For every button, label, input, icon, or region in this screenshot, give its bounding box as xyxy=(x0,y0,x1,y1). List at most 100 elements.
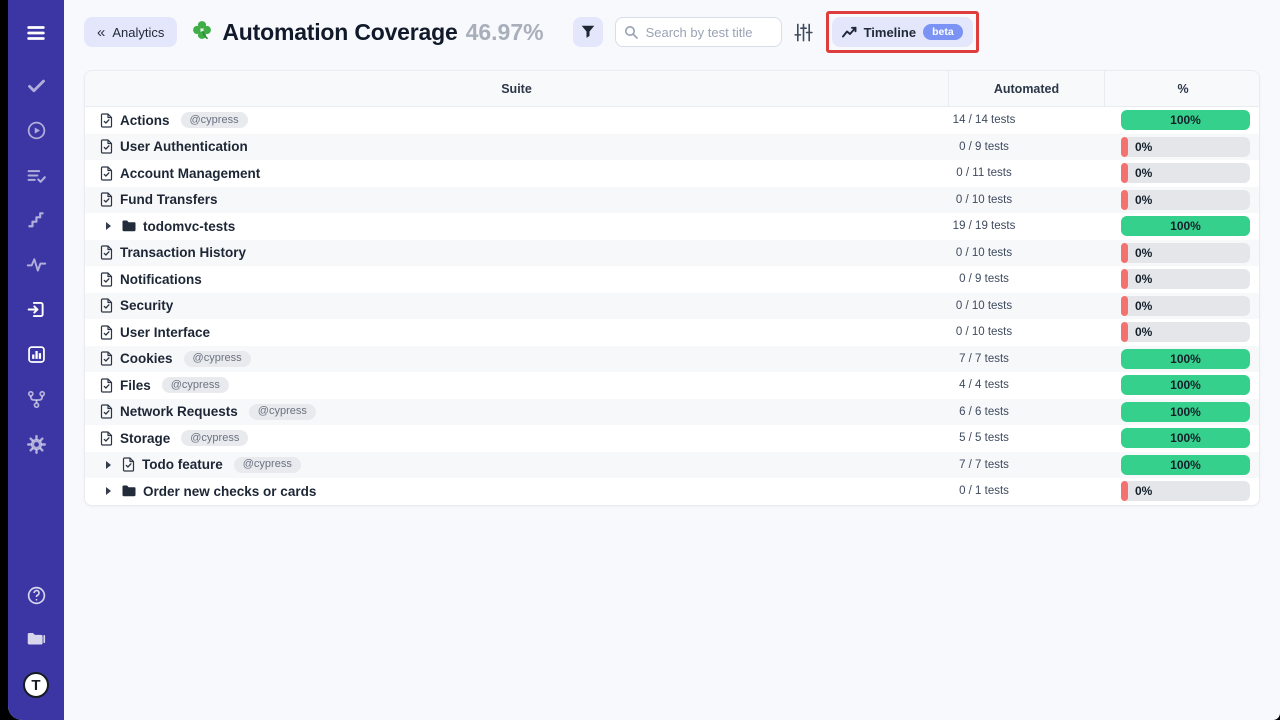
file-check-icon xyxy=(100,431,113,446)
table-row[interactable]: Todo feature@cypress7 / 7 tests100% xyxy=(85,452,1259,479)
sign-in-icon[interactable] xyxy=(26,299,47,320)
table-row[interactable]: Network Requests@cypress6 / 6 tests 100% xyxy=(85,399,1259,426)
avatar-letter: T xyxy=(31,677,40,694)
suite-name: Account Management xyxy=(120,166,260,181)
table-row[interactable]: Transaction History0 / 10 tests0% xyxy=(85,240,1259,267)
file-check-icon xyxy=(100,272,113,287)
steps-icon[interactable] xyxy=(26,210,46,230)
avatar[interactable]: T xyxy=(23,672,49,698)
cypress-tag: @cypress xyxy=(234,457,301,473)
coverage-bar-label: 100% xyxy=(1170,458,1201,472)
expander-icon[interactable] xyxy=(106,222,111,230)
suite-cell: Network Requests@cypress xyxy=(85,404,949,420)
table-row[interactable]: Actions@cypress14 / 14 tests100% xyxy=(85,107,1259,134)
suite-name: Security xyxy=(120,298,173,313)
main-content: « Analytics Automation Coverage 46.97% xyxy=(64,0,1280,720)
automated-count: 7 / 7 tests xyxy=(949,459,1105,471)
table-row[interactable]: Cookies@cypress7 / 7 tests100% xyxy=(85,346,1259,373)
table-header: Suite Automated % xyxy=(85,71,1259,107)
gear-icon[interactable] xyxy=(26,434,47,455)
expander-icon[interactable] xyxy=(106,487,111,495)
table-row[interactable]: Account Management0 / 11 tests0% xyxy=(85,160,1259,187)
automated-count: 0 / 10 tests xyxy=(949,247,1105,259)
table-row[interactable]: Files@cypress4 / 4 tests100% xyxy=(85,372,1259,399)
coverage-bar-notch xyxy=(1121,322,1128,342)
suite-cell: todomvc-tests xyxy=(85,219,949,234)
table-row[interactable]: Fund Transfers0 / 10 tests0% xyxy=(85,187,1259,214)
percent-cell: 0% xyxy=(1105,296,1260,316)
coverage-bar-label: 100% xyxy=(1170,352,1201,366)
cypress-tag: @cypress xyxy=(181,430,248,446)
cypress-tag: @cypress xyxy=(184,351,251,367)
coverage-bar-notch xyxy=(1121,137,1128,157)
coverage-bar-label: 0% xyxy=(1135,246,1152,260)
automated-count: 0 / 10 tests xyxy=(949,194,1105,206)
play-circle-icon[interactable] xyxy=(26,120,47,141)
file-check-icon xyxy=(100,404,113,419)
coverage-bar-notch xyxy=(1121,296,1128,316)
table-row[interactable]: User Authentication0 / 9 tests0% xyxy=(85,134,1259,161)
automated-count: 7 / 7 tests xyxy=(949,353,1105,365)
file-check-icon xyxy=(122,457,135,472)
table-row[interactable]: User Interface0 / 10 tests0% xyxy=(85,319,1259,346)
coverage-bar: 0% xyxy=(1121,269,1250,289)
cypress-tag: @cypress xyxy=(162,377,229,393)
menu-icon[interactable] xyxy=(25,22,47,44)
filter-button[interactable] xyxy=(573,17,603,47)
beta-badge: beta xyxy=(923,24,963,40)
file-check-icon xyxy=(100,192,113,207)
table-row[interactable]: Order new checks or cards0 / 1 tests0% xyxy=(85,478,1259,505)
table-row[interactable]: Notifications0 / 9 tests 0% xyxy=(85,266,1259,293)
coverage-bar: 100% xyxy=(1121,455,1250,475)
expander-icon[interactable] xyxy=(106,461,111,469)
activity-icon[interactable] xyxy=(26,254,47,275)
help-icon[interactable] xyxy=(26,585,47,606)
coverage-bar: 100% xyxy=(1121,110,1250,130)
percent-cell: 100% xyxy=(1105,428,1260,448)
sliders-icon[interactable] xyxy=(794,23,813,42)
suite-name: Actions xyxy=(120,113,170,128)
back-analytics-label: Analytics xyxy=(112,25,164,40)
coverage-bar-notch xyxy=(1121,269,1128,289)
automated-count: 6 / 6 tests xyxy=(949,406,1105,418)
automated-count: 0 / 9 tests xyxy=(949,273,1105,285)
suite-name: Storage xyxy=(120,431,170,446)
cypress-tag: @cypress xyxy=(181,112,248,128)
automated-count: 0 / 9 tests xyxy=(949,141,1105,153)
folder-icon xyxy=(122,485,136,497)
folder-icon xyxy=(122,220,136,232)
coverage-bar-label: 0% xyxy=(1135,193,1152,207)
table-row[interactable]: Storage@cypress5 / 5 tests100% xyxy=(85,425,1259,452)
suite-cell: Notifications xyxy=(85,272,949,287)
percent-cell: 0% xyxy=(1105,243,1260,263)
search-input[interactable] xyxy=(615,17,782,47)
list-check-icon[interactable] xyxy=(26,165,47,186)
suite-cell: Storage @cypress xyxy=(85,430,949,446)
bar-chart-icon[interactable] xyxy=(26,344,47,365)
suite-cell: Actions @cypress xyxy=(85,112,949,128)
coverage-bar-notch xyxy=(1121,481,1128,501)
back-analytics-button[interactable]: « Analytics xyxy=(84,17,177,47)
percent-cell: 100% xyxy=(1105,375,1260,395)
folders-icon[interactable] xyxy=(25,628,47,650)
coverage-bar-notch xyxy=(1121,163,1128,183)
table-body: Actions@cypress14 / 14 tests100%User Aut… xyxy=(85,107,1259,505)
suite-name: Order new checks or cards xyxy=(143,484,316,499)
file-check-icon xyxy=(100,113,113,128)
timeline-button[interactable]: Timeline beta xyxy=(832,17,973,47)
coverage-bar: 100% xyxy=(1121,375,1250,395)
check-icon[interactable] xyxy=(26,75,47,96)
coverage-bar-label: 100% xyxy=(1170,405,1201,419)
trending-line-icon xyxy=(842,26,857,39)
cypress-tag: @cypress xyxy=(249,404,316,420)
search-icon xyxy=(624,25,638,44)
automated-count: 0 / 1 tests xyxy=(949,485,1105,497)
table-row[interactable]: Security0 / 10 tests0% xyxy=(85,293,1259,320)
automated-count: 0 / 11 tests xyxy=(949,167,1105,179)
table-row[interactable]: todomvc-tests19 / 19 tests100% xyxy=(85,213,1259,240)
git-branch-icon[interactable] xyxy=(26,389,47,410)
page-title: Automation Coverage xyxy=(222,19,457,46)
coverage-bar-notch xyxy=(1121,190,1128,210)
percent-cell: 100% xyxy=(1105,349,1260,369)
suite-name: User Interface xyxy=(120,325,210,340)
